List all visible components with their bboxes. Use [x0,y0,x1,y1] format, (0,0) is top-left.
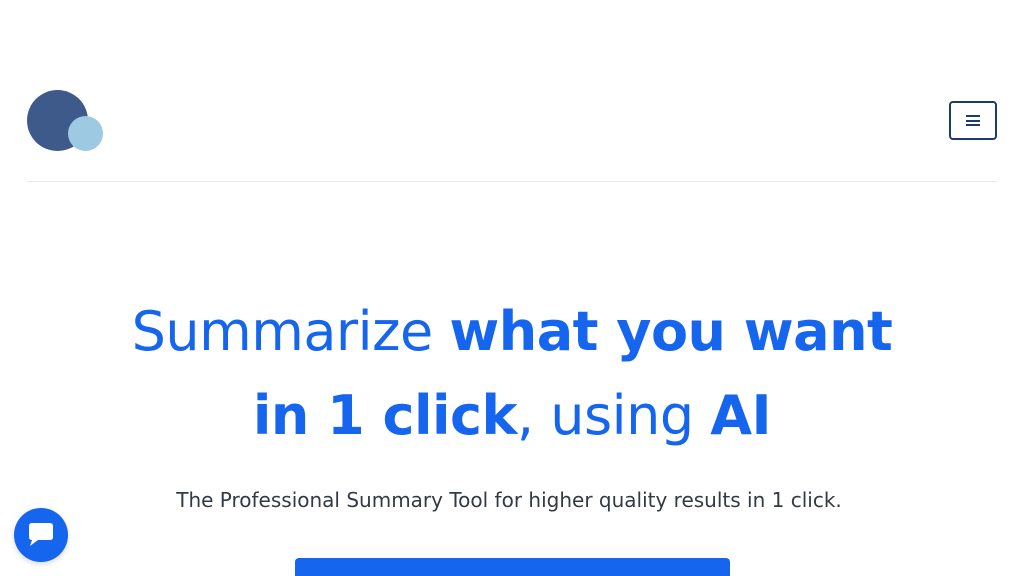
page: Summarize what you want in 1 click, usin… [0,0,1024,576]
hero-subtitle: The Professional Summary Tool for higher… [176,488,842,512]
chat-button[interactable] [14,508,68,562]
menu-button[interactable] [949,101,997,140]
logo-light-circle [68,116,103,151]
chat-bubble-icon [29,523,53,546]
hamburger-menu-icon [966,115,980,126]
hero-part-3: , using [516,384,711,447]
hero-headline: Summarize what you want in 1 click, usin… [100,290,924,458]
logo[interactable] [27,90,107,154]
hero-part-4: AI [710,384,772,447]
header-divider [27,181,997,182]
cta-button[interactable] [295,558,730,576]
hero-part-1: Summarize [131,300,450,363]
